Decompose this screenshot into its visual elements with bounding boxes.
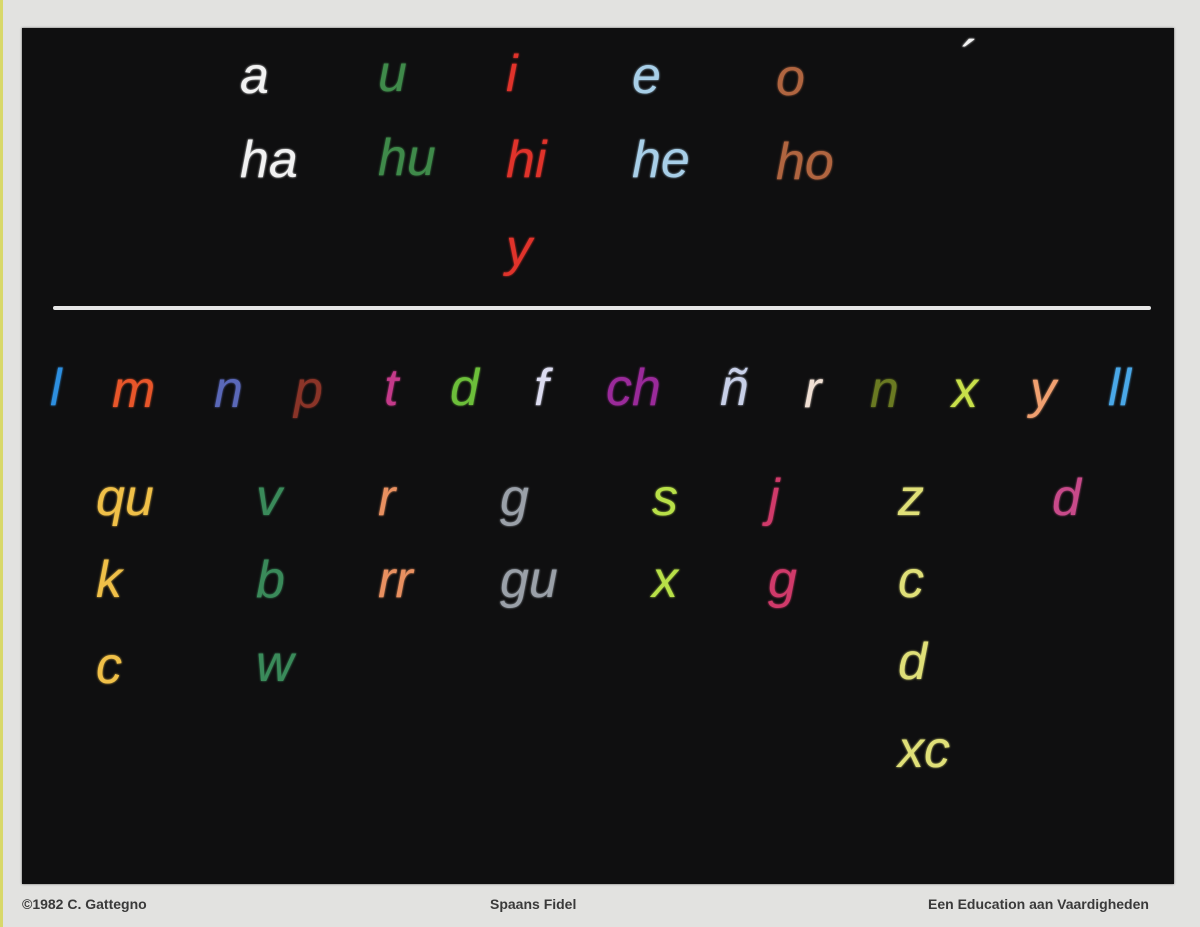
consonant-ll: ll <box>1108 359 1132 417</box>
column-z-d: d <box>898 633 927 691</box>
left-edge-stripe <box>0 0 3 927</box>
consonant-n-second: n <box>870 361 899 419</box>
consonant-x: x <box>952 361 978 419</box>
column-j-j: j <box>768 469 780 527</box>
column-k-c: c <box>96 637 122 695</box>
footer-copyright: ©1982 C. Gattegno <box>22 896 147 912</box>
vowel-o: o <box>776 49 805 107</box>
consonant-t: t <box>384 359 399 417</box>
column-g-gu: gu <box>500 551 558 609</box>
accent-mark: ´ <box>958 31 976 89</box>
vowel-a: a <box>240 47 269 105</box>
vowel-u: u <box>378 45 407 103</box>
consonant-n: n <box>214 361 243 419</box>
footer-publisher: Een Education aan Vaardigheden <box>928 896 1149 912</box>
consonant-p: p <box>294 361 323 419</box>
consonant-f: f <box>534 359 549 417</box>
column-z-z: z <box>898 469 924 527</box>
column-b-v: v <box>256 469 282 527</box>
consonant-y: y <box>1030 361 1056 419</box>
column-b-b: b <box>256 551 285 609</box>
footer-title: Spaans Fidel <box>490 896 577 912</box>
column-k-k: k <box>96 551 122 609</box>
consonant-d: d <box>450 359 479 417</box>
fidel-chart-board: a ha u hu i hi y e he o ho ´ l m n p t d… <box>22 28 1174 884</box>
column-k-qu: qu <box>96 469 154 527</box>
column-s-s: s <box>652 469 678 527</box>
column-b-w: w <box>256 635 294 693</box>
column-g-g: g <box>500 469 529 527</box>
column-rr-rr: rr <box>378 551 413 609</box>
vowel-consonant-divider <box>53 306 1151 310</box>
consonant-r: r <box>804 361 822 419</box>
column-z-c: c <box>898 551 924 609</box>
vowel-hi: hi <box>506 131 547 189</box>
consonant-l: l <box>50 359 62 417</box>
consonant-m: m <box>112 361 156 419</box>
vowel-he: he <box>632 131 690 189</box>
column-rr-r: r <box>378 469 396 527</box>
vowel-e: e <box>632 47 661 105</box>
vowel-hu: hu <box>378 129 436 187</box>
column-j-g: g <box>768 551 797 609</box>
vowel-i: i <box>506 45 518 103</box>
vowel-ho: ho <box>776 133 834 191</box>
consonant-ch: ch <box>606 359 661 417</box>
column-z-xc: xc <box>898 721 950 779</box>
vowel-ha: ha <box>240 131 298 189</box>
vowel-y: y <box>506 219 532 277</box>
consonant-n-tilde: ñ <box>720 359 749 417</box>
column-d-d: d <box>1052 469 1081 527</box>
column-s-x: x <box>652 551 678 609</box>
